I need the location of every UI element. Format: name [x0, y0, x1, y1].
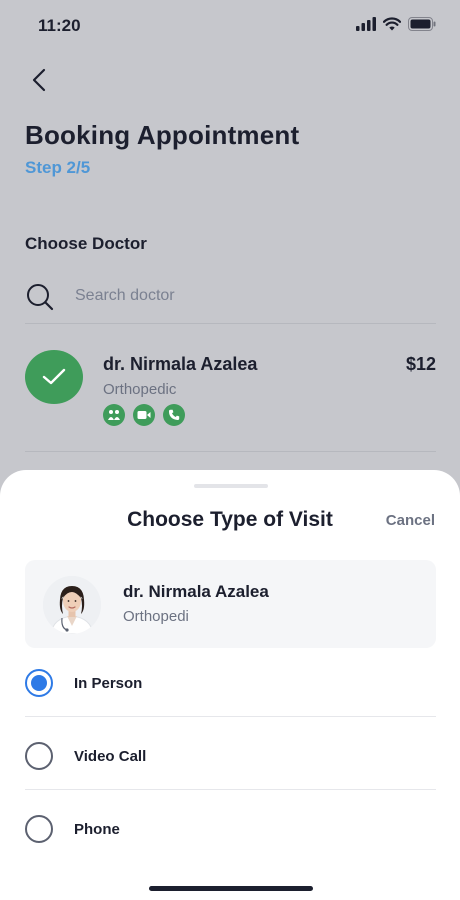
- back-button[interactable]: [28, 66, 52, 94]
- summary-doctor-name: dr. Nirmala Azalea: [123, 582, 269, 601]
- cellular-signal-icon: [356, 17, 376, 31]
- visit-type-bottom-sheet: Choose Type of Visit Cancel dr. Nirmala: [0, 470, 460, 900]
- chevron-left-icon: [32, 68, 46, 92]
- option-label: Video Call: [74, 748, 147, 765]
- home-indicator[interactable]: [149, 886, 313, 891]
- status-icons: [356, 17, 436, 31]
- cancel-button[interactable]: Cancel: [386, 512, 435, 529]
- step-indicator: Step 2/5: [25, 158, 91, 177]
- option-label: In Person: [74, 675, 143, 692]
- visit-option-in-person[interactable]: In Person: [25, 645, 436, 717]
- doctor-summary-card: dr. Nirmala Azalea Orthopedi: [25, 560, 436, 648]
- wifi-icon: [383, 17, 401, 31]
- choose-doctor-heading: Choose Doctor: [25, 234, 147, 253]
- visit-type-badges: [103, 404, 185, 426]
- battery-icon: [408, 17, 436, 31]
- search-doctor-input[interactable]: [75, 284, 415, 308]
- option-label: Phone: [74, 821, 120, 838]
- status-bar: 11:20: [0, 0, 460, 50]
- visit-option-phone[interactable]: Phone: [25, 791, 436, 863]
- status-time: 11:20: [38, 16, 81, 35]
- checkmark-icon: [42, 368, 66, 385]
- doctor-list-item[interactable]: dr. Nirmala Azalea Orthopedic $12: [25, 346, 436, 452]
- doctor-name: dr. Nirmala Azalea: [103, 354, 258, 374]
- search-icon: [27, 284, 54, 311]
- search-bar: [25, 280, 436, 324]
- video-icon: [133, 404, 155, 426]
- page-title: Booking Appointment: [25, 120, 300, 150]
- visit-option-video-call[interactable]: Video Call: [25, 718, 436, 790]
- doctor-specialty: Orthopedic: [103, 381, 177, 398]
- phone-icon: [163, 404, 185, 426]
- radio-in-person[interactable]: [25, 669, 53, 697]
- summary-doctor-specialty: Orthopedi: [123, 608, 189, 625]
- doctor-price: $12: [405, 354, 436, 374]
- selected-check-badge: [25, 350, 83, 404]
- in-person-icon: [103, 404, 125, 426]
- doctor-avatar: [43, 576, 101, 634]
- radio-phone[interactable]: [25, 815, 53, 843]
- sheet-grabber-handle[interactable]: [194, 484, 268, 488]
- radio-video-call[interactable]: [25, 742, 53, 770]
